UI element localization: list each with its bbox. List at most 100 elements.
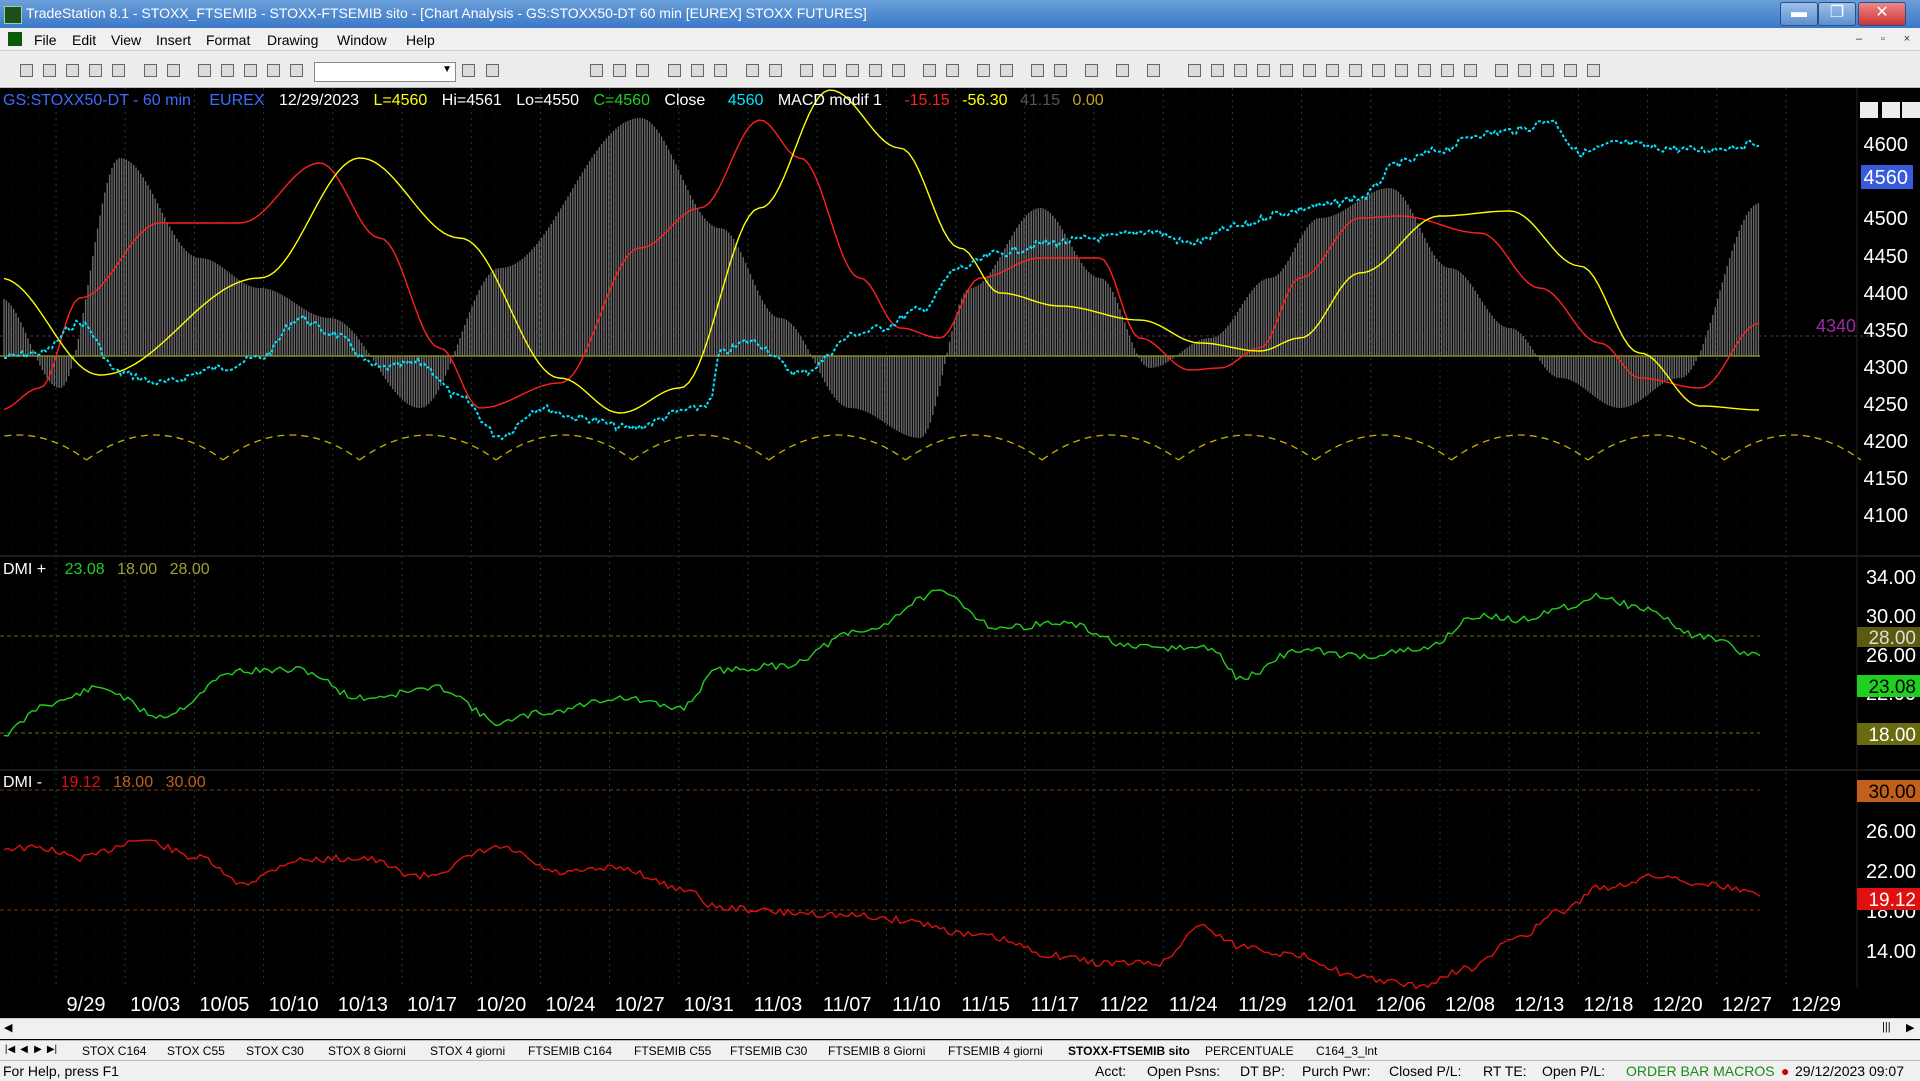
arc-icon[interactable] xyxy=(1280,64,1293,77)
scroll-thumb-icon[interactable]: ||| xyxy=(1882,1021,1891,1033)
maximize-button[interactable]: ❐ xyxy=(1818,2,1856,26)
new-icon[interactable] xyxy=(20,64,33,77)
tab-next-icon[interactable]: ▶ xyxy=(32,1043,44,1057)
chart-canvas[interactable]: 4600 4500 4450 4400 4350 4300 4250 4200 … xyxy=(0,88,1920,1018)
chart-doc-icon[interactable] xyxy=(8,32,22,46)
ellipse-icon[interactable] xyxy=(1541,64,1554,77)
print-preview-icon[interactable] xyxy=(167,64,180,77)
matrix-icon[interactable] xyxy=(823,64,836,77)
pencil-icon[interactable] xyxy=(1464,64,1477,77)
cycle-icon[interactable] xyxy=(1441,64,1454,77)
dmi-plus-lower: 18.00 xyxy=(117,561,157,578)
horizontal-lines-icon[interactable] xyxy=(1234,64,1247,77)
scroll-left-icon[interactable]: ◀ xyxy=(4,1021,12,1034)
tools-icon[interactable] xyxy=(267,64,280,77)
chart-refresh-icon[interactable] xyxy=(714,64,727,77)
tab-c164-3-lnt[interactable]: C164_3_lnt xyxy=(1316,1043,1377,1059)
tab-first-icon[interactable]: |◀ xyxy=(4,1043,16,1057)
gann-icon[interactable] xyxy=(1326,64,1339,77)
mdi-minimize-icon[interactable]: – xyxy=(1850,31,1868,47)
close-button[interactable]: ✕ xyxy=(1858,2,1906,26)
tab-prev-icon[interactable]: ◀ xyxy=(18,1043,30,1057)
date-tick: 11/22 xyxy=(1100,994,1149,1016)
binoculars-icon[interactable] xyxy=(486,64,499,77)
chart-type-icon[interactable] xyxy=(668,64,681,77)
copy-icon[interactable] xyxy=(89,64,102,77)
grid2-icon[interactable] xyxy=(613,64,626,77)
trendline-icon[interactable] xyxy=(1188,64,1201,77)
tab-percentuale[interactable]: PERCENTUALE xyxy=(1205,1043,1294,1059)
tab-ftsemib-c55[interactable]: FTSEMIB C55 xyxy=(634,1043,711,1059)
menu-window[interactable]: Window xyxy=(337,32,387,48)
print-icon[interactable] xyxy=(144,64,157,77)
menu-view[interactable]: View xyxy=(111,32,141,48)
tab-stox-c30[interactable]: STOX C30 xyxy=(246,1043,304,1059)
symbol-combo[interactable]: ▼ xyxy=(314,62,456,82)
open-icon[interactable] xyxy=(43,64,56,77)
chart-window2-icon[interactable] xyxy=(769,64,782,77)
candle-icon[interactable] xyxy=(892,64,905,77)
channel-icon[interactable] xyxy=(1418,64,1431,77)
speed-lines-icon[interactable] xyxy=(1303,64,1316,77)
scroll-right-icon[interactable] xyxy=(946,64,959,77)
chevron-down-icon[interactable]: ▼ xyxy=(442,64,452,75)
menu-format[interactable]: Format xyxy=(206,32,250,48)
scroll-right-icon[interactable]: ▶ xyxy=(1906,1021,1914,1034)
tab-ftsemib-8-giorni[interactable]: FTSEMIB 8 Giorni xyxy=(828,1043,925,1059)
pitchfork-icon[interactable] xyxy=(1395,64,1408,77)
menu-drawing[interactable]: Drawing xyxy=(267,32,318,48)
text-icon[interactable] xyxy=(1587,64,1600,77)
rectangle-icon[interactable] xyxy=(1564,64,1577,77)
mdi-close-icon[interactable]: × xyxy=(1898,31,1916,47)
pane-close-icon[interactable] xyxy=(1902,102,1920,118)
arrow-down-icon[interactable] xyxy=(1495,64,1508,77)
zoom-out-icon[interactable] xyxy=(1000,64,1013,77)
chart-window-icon[interactable] xyxy=(746,64,759,77)
order-bar-macros[interactable]: ORDER BAR MACROS xyxy=(1626,1063,1775,1079)
table-icon[interactable] xyxy=(636,64,649,77)
tab-stox-8-giorni[interactable]: STOX 8 Giorni xyxy=(328,1043,406,1059)
pointer-icon[interactable] xyxy=(1031,64,1044,77)
tab-stox-c164[interactable]: STOX C164 xyxy=(82,1043,146,1059)
tab-stox-4-giorni[interactable]: STOX 4 giorni xyxy=(430,1043,505,1059)
fib-icon[interactable] xyxy=(1257,64,1270,77)
minimize-button[interactable]: ▬ xyxy=(1780,2,1818,26)
tab-ftsemib-c164[interactable]: FTSEMIB C164 xyxy=(528,1043,612,1059)
menu-edit[interactable]: Edit xyxy=(72,32,96,48)
folder-icon[interactable] xyxy=(112,64,125,77)
menu-file[interactable]: File xyxy=(34,32,57,48)
mdi-restore-icon[interactable]: ▫ xyxy=(1874,31,1892,47)
vertical-lines-icon[interactable] xyxy=(1211,64,1224,77)
lock-icon[interactable] xyxy=(244,64,257,77)
insert-icon[interactable] xyxy=(1054,64,1067,77)
grid-icon[interactable] xyxy=(590,64,603,77)
bar-chart-icon[interactable] xyxy=(869,64,882,77)
save-icon[interactable] xyxy=(66,64,79,77)
parallel-icon[interactable] xyxy=(1372,64,1385,77)
scroll-left-icon[interactable] xyxy=(923,64,936,77)
menu-help[interactable]: Help xyxy=(406,32,435,48)
pane-restore-icon[interactable] xyxy=(1882,102,1900,118)
menu-insert[interactable]: Insert xyxy=(156,32,191,48)
globe-icon[interactable] xyxy=(290,64,303,77)
tab-last-icon[interactable]: ▶| xyxy=(46,1043,58,1057)
page-icon[interactable] xyxy=(1147,64,1160,77)
wrench-icon[interactable] xyxy=(1085,64,1098,77)
zoom-in-icon[interactable] xyxy=(977,64,990,77)
chart-line-icon[interactable] xyxy=(691,64,704,77)
arrow-right-icon[interactable] xyxy=(462,64,475,77)
window2-icon[interactable] xyxy=(221,64,234,77)
pane-minimize-icon[interactable] xyxy=(1860,102,1878,118)
arrow-up-icon[interactable] xyxy=(1518,64,1531,77)
chart-area[interactable]: 4600 4500 4450 4400 4350 4300 4250 4200 … xyxy=(0,88,1920,1018)
window-icon[interactable] xyxy=(198,64,211,77)
tab-ftsemib-4-giorni[interactable]: FTSEMIB 4 giorni xyxy=(948,1043,1043,1059)
horizontal-scrollbar[interactable]: ◀ ||| ▶ xyxy=(0,1018,1920,1039)
tab-ftsemib-c30[interactable]: FTSEMIB C30 xyxy=(730,1043,807,1059)
fan-icon[interactable] xyxy=(1349,64,1362,77)
radar-icon[interactable] xyxy=(800,64,813,77)
tab-stox-c55[interactable]: STOX C55 xyxy=(167,1043,225,1059)
export-icon[interactable] xyxy=(1116,64,1129,77)
tab-stoxx-ftsemib-sito[interactable]: STOXX-FTSEMIB sito xyxy=(1068,1043,1190,1059)
bars-icon[interactable] xyxy=(846,64,859,77)
